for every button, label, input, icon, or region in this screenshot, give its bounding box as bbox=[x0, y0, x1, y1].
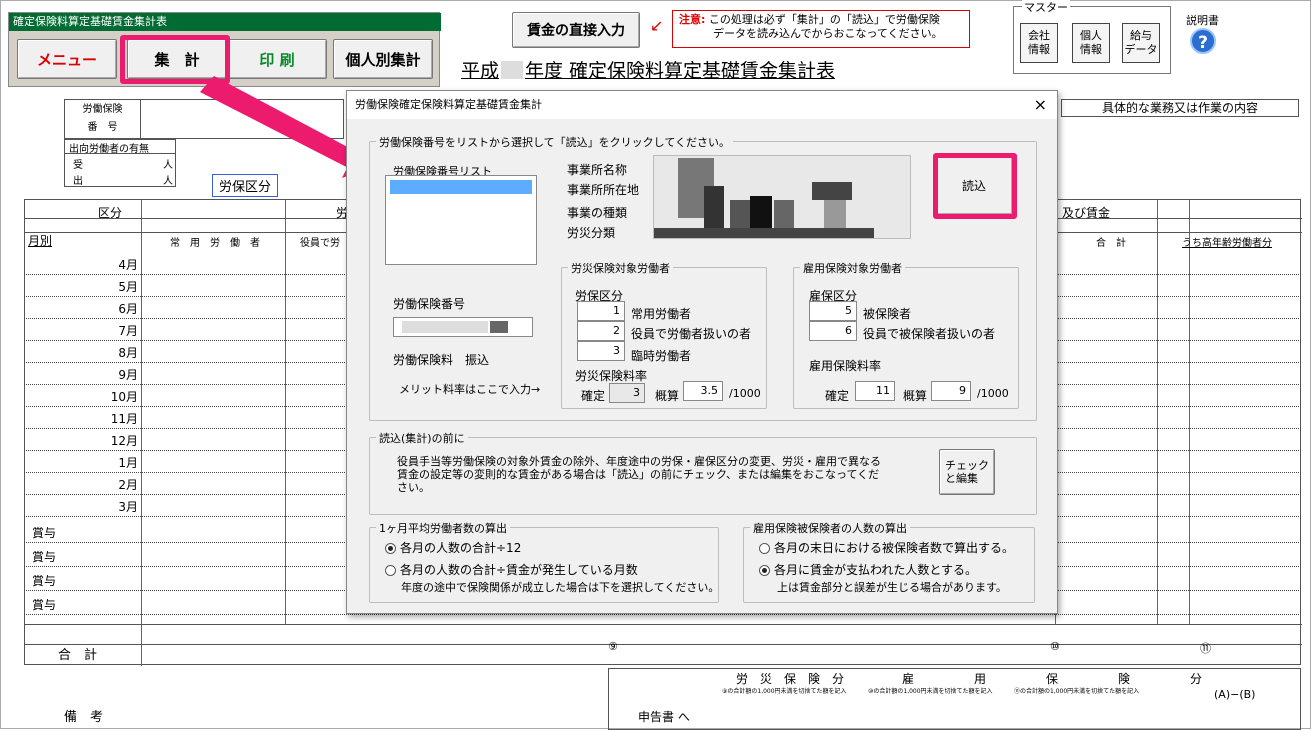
avg-legend: 1ヶ月平均労働者数の算出 bbox=[376, 520, 510, 536]
avg-option-2[interactable]: 各月の人数の合計÷賃金が発生している月数 bbox=[385, 561, 638, 578]
emp-confirmed-label: 確定 bbox=[825, 389, 850, 403]
emp-option-2[interactable]: 各月に賃金が支払われた人数とする。 bbox=[759, 561, 977, 578]
div5-field[interactable]: 5 bbox=[809, 301, 857, 321]
accident-legend: 労災保険対象労働者 bbox=[568, 260, 673, 276]
aggregate-dialog: 労働保険確定保険料算定基礎賃金集計 × 労働保険番号をリストから選択して「読込」… bbox=[346, 90, 1058, 614]
per-mille-label: /1000 bbox=[729, 387, 761, 400]
insurance-no-field[interactable] bbox=[393, 317, 533, 337]
dialog-title: 労働保険確定保険料算定基礎賃金集計 bbox=[347, 91, 1057, 119]
confirmed-label: 確定 bbox=[581, 389, 606, 403]
emp-option-1[interactable]: 各月の末日における被保険者数で算出する。 bbox=[759, 539, 1014, 556]
accident-confirmed-rate: 3 bbox=[609, 383, 645, 403]
emp-per-mille-label: /1000 bbox=[977, 387, 1009, 400]
div3-field[interactable]: 3 bbox=[577, 341, 625, 361]
emp-option-2-label: 各月に賃金が支払われた人数とする。 bbox=[774, 563, 978, 577]
div1-label: 常用労働者 bbox=[631, 307, 692, 321]
div1-field[interactable]: 1 bbox=[577, 301, 625, 321]
read-highlight bbox=[933, 153, 1017, 219]
div2-field[interactable]: 2 bbox=[577, 321, 625, 341]
employment-estimate-rate[interactable]: 9 bbox=[931, 381, 971, 401]
office-name-label: 事業所名称 bbox=[567, 163, 628, 177]
avg-option-1-label: 各月の人数の合計÷12 bbox=[400, 541, 522, 555]
radio-icon[interactable] bbox=[759, 543, 770, 554]
emp-option-1-label: 各月の末日における被保険者数で算出する。 bbox=[774, 541, 1015, 555]
avg-note: 年度の途中で保険関係が成立した場合は下を選択してください。 bbox=[401, 581, 720, 594]
emp-count-legend: 雇用保険被保険者の人数の算出 bbox=[750, 520, 910, 536]
selected-list-item[interactable] bbox=[390, 180, 532, 194]
div3-label: 臨時労働者 bbox=[631, 349, 692, 363]
accident-estimate-rate[interactable]: 3.5 bbox=[683, 381, 723, 401]
before-legend: 読込(集計)の前に bbox=[376, 430, 468, 446]
business-type-label: 事業の種類 bbox=[567, 206, 628, 220]
select-legend: 労働保険番号をリストから選択して「読込」をクリックしてください。 bbox=[376, 134, 734, 150]
close-icon[interactable]: × bbox=[1034, 95, 1047, 114]
premium-label: 労働保険料 振込 bbox=[393, 353, 490, 367]
div6-label: 役員で被保険者扱いの者 bbox=[863, 327, 996, 341]
insurance-no-field-label: 労働保険番号 bbox=[393, 297, 466, 311]
before-text: 役員手当等労働保険の対象外賃金の除外、年度途中の労保・雇保区分の変更、労災・雇用… bbox=[397, 455, 881, 494]
emp-estimate-label: 概算 bbox=[903, 389, 928, 403]
radio-selected-icon[interactable] bbox=[759, 565, 770, 576]
avg-option-1[interactable]: 各月の人数の合計÷12 bbox=[385, 539, 521, 556]
accident-class-label: 労災分類 bbox=[567, 226, 616, 240]
emp-note: 上は賃金部分と誤差が生じる場合があります。 bbox=[777, 581, 1007, 594]
merit-label: メリット料率はここで入力→ bbox=[399, 383, 541, 396]
avg-option-2-label: 各月の人数の合計÷賃金が発生している月数 bbox=[400, 563, 638, 577]
office-info-redacted bbox=[653, 155, 911, 239]
estimate-label: 概算 bbox=[655, 389, 680, 403]
radio-selected-icon[interactable] bbox=[385, 543, 396, 554]
employment-legend: 雇用保険対象労働者 bbox=[800, 260, 905, 276]
div2-label: 役員で労働者扱いの者 bbox=[631, 327, 752, 341]
radio-icon[interactable] bbox=[385, 565, 396, 576]
accident-rate-label: 労災保険料率 bbox=[575, 369, 648, 383]
insurance-no-list[interactable] bbox=[385, 175, 537, 265]
check-edit-button[interactable]: チェック と編集 bbox=[939, 449, 995, 495]
employment-confirmed-rate[interactable]: 11 bbox=[855, 381, 895, 401]
employment-rate-label: 雇用保険料率 bbox=[809, 359, 882, 373]
div5-label: 被保険者 bbox=[863, 307, 912, 321]
div6-field[interactable]: 6 bbox=[809, 321, 857, 341]
office-address-label: 事業所所在地 bbox=[567, 183, 640, 197]
